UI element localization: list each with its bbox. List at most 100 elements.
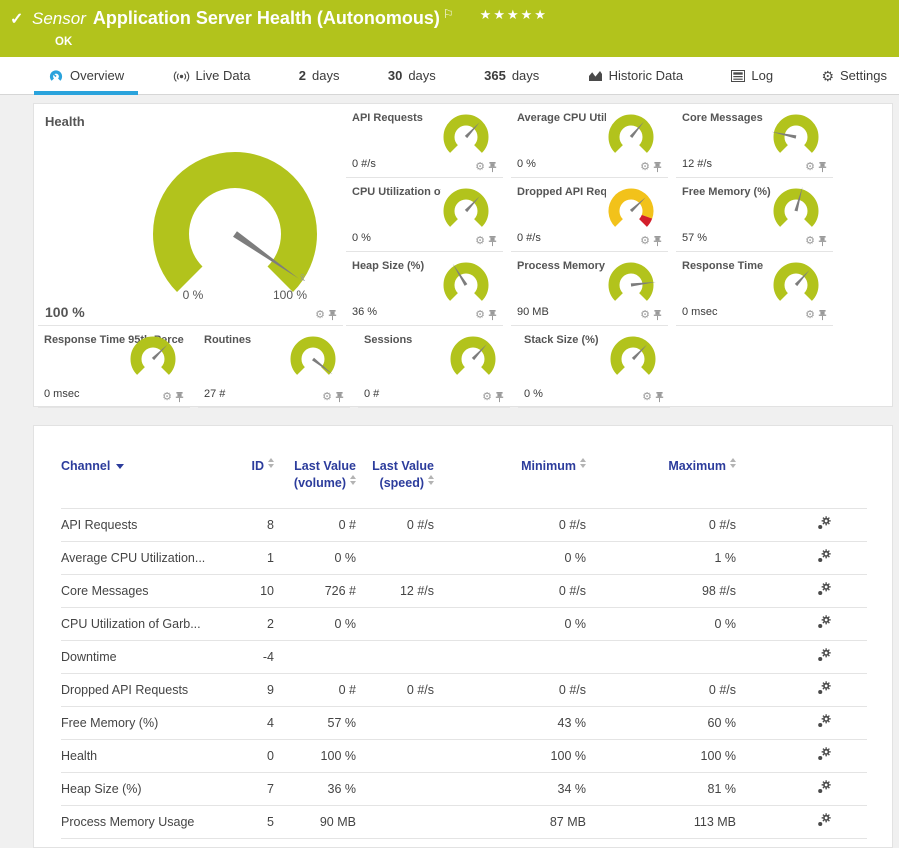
pin-icon[interactable]: [335, 392, 344, 403]
pin-icon[interactable]: [818, 236, 827, 247]
table-row[interactable]: CPU Utilization of Garb...20 %0 %0 %: [61, 607, 867, 640]
channel-settings-icon[interactable]: [817, 681, 831, 695]
gauge-label: CPU Utilization of Garbage C...: [352, 186, 441, 198]
table-row[interactable]: Process Memory Usage590 MB87 MB113 MB: [61, 805, 867, 838]
column-header-maximum[interactable]: Maximum: [586, 444, 736, 508]
pin-icon[interactable]: [653, 236, 662, 247]
pin-icon[interactable]: [653, 162, 662, 173]
gear-icon[interactable]: ⚙: [475, 236, 485, 247]
pin-icon[interactable]: [488, 310, 497, 321]
pin-icon[interactable]: [328, 310, 337, 321]
table-row[interactable]: API Requests80 #0 #/s0 #/s0 #/s: [61, 508, 867, 541]
channel-settings-icon[interactable]: [817, 615, 831, 629]
channel-settings-icon[interactable]: [817, 747, 831, 761]
gear-icon[interactable]: ⚙: [642, 392, 652, 403]
table-row[interactable]: Core Messages10726 #12 #/s0 #/s98 #/s: [61, 574, 867, 607]
pin-icon[interactable]: [818, 310, 827, 321]
gauge-label: Free Memory (%): [682, 186, 771, 198]
gear-icon[interactable]: ⚙: [322, 392, 332, 403]
cell-maximum: 0 #/s: [586, 673, 736, 706]
sort-caret-icon[interactable]: [116, 464, 124, 469]
table-row[interactable]: Health0100 %100 %100 %: [61, 739, 867, 772]
gear-icon[interactable]: ⚙: [640, 310, 650, 321]
gear-icon: ⚙: [821, 69, 834, 83]
gauge-cell-heap-size: Heap Size (%)36 %⚙: [346, 252, 503, 326]
sort-arrows-icon[interactable]: [268, 458, 274, 468]
gear-icon[interactable]: ⚙: [315, 310, 325, 321]
pin-icon[interactable]: [653, 310, 662, 321]
table-row[interactable]: Free Memory (%)457 %43 %60 %: [61, 706, 867, 739]
table-row[interactable]: Heap Size (%)736 %34 %81 %: [61, 772, 867, 805]
table-row[interactable]: Average CPU Utilization...10 %0 %1 %: [61, 541, 867, 574]
flag-icon[interactable]: ⚐: [443, 7, 454, 21]
channel-settings-icon[interactable]: [817, 516, 831, 530]
sort-arrows-icon[interactable]: [428, 475, 434, 485]
sensor-heading: SensorApplication Server Health (Autonom…: [32, 7, 548, 29]
cell-channel: Dropped API Requests: [61, 673, 216, 706]
channel-settings-icon[interactable]: [817, 714, 831, 728]
pin-icon[interactable]: [818, 162, 827, 173]
pin-icon[interactable]: [488, 162, 497, 173]
gauge-value: 36 %: [352, 306, 377, 318]
column-header-channel[interactable]: Channel: [61, 444, 216, 508]
tab-label: Overview: [70, 68, 124, 83]
gauge-value: 0 #/s: [352, 158, 376, 170]
tab-live-data[interactable]: Live Data: [169, 57, 255, 94]
channel-settings-icon[interactable]: [817, 648, 831, 662]
gauge-label: API Requests: [352, 112, 441, 124]
table-row[interactable]: Dropped API Requests90 #0 #/s0 #/s0 #/s: [61, 673, 867, 706]
column-header-last-value[interactable]: Last Value(volume): [274, 444, 356, 508]
tab-settings[interactable]: ⚙ Settings: [817, 57, 891, 94]
cell-last-value-speed: [356, 640, 434, 673]
column-header-last-value[interactable]: Last Value(speed): [356, 444, 434, 508]
tab-log[interactable]: Log: [727, 57, 777, 94]
tab-label: Settings: [840, 68, 887, 83]
gauge-arc: [124, 333, 182, 383]
channel-settings-icon[interactable]: [817, 780, 831, 794]
pin-icon[interactable]: [175, 392, 184, 403]
gauge: [604, 333, 662, 388]
channel-table-panel: ChannelIDLast Value(volume)Last Value(sp…: [33, 425, 893, 848]
tab-2-days[interactable]: 2days: [295, 57, 344, 94]
column-header-id[interactable]: ID: [216, 444, 274, 508]
cell-id: 4: [216, 706, 274, 739]
cell-last-value-speed: [356, 607, 434, 640]
gauge-scale-min: 0 %: [163, 288, 223, 302]
gear-icon[interactable]: ⚙: [805, 236, 815, 247]
channel-settings-icon[interactable]: [817, 549, 831, 563]
gear-icon[interactable]: ⚙: [640, 162, 650, 173]
sort-arrows-icon[interactable]: [350, 475, 356, 485]
cell-maximum: 113 MB: [586, 805, 736, 838]
channel-settings-icon[interactable]: [817, 813, 831, 827]
gauge-value: 57 %: [682, 232, 707, 244]
gear-icon[interactable]: ⚙: [162, 392, 172, 403]
pin-icon[interactable]: [488, 236, 497, 247]
column-header-minimum[interactable]: Minimum: [434, 444, 586, 508]
gauge: [124, 333, 182, 388]
gauge-arc: [437, 259, 495, 309]
cell-last-value-speed: [356, 772, 434, 805]
gear-icon[interactable]: ⚙: [482, 392, 492, 403]
gear-icon[interactable]: ⚙: [805, 162, 815, 173]
gear-icon[interactable]: ⚙: [640, 236, 650, 247]
tab-30-days[interactable]: 30days: [384, 57, 440, 94]
priority-stars[interactable]: ★★★★★: [480, 7, 548, 22]
table-row[interactable]: Downtime-4: [61, 640, 867, 673]
gauge-label: Response Time: [682, 260, 771, 272]
tab-overview[interactable]: Overview: [44, 57, 128, 94]
tab-label: days: [512, 68, 539, 83]
column-header-label: Maximum: [668, 459, 726, 473]
gear-icon[interactable]: ⚙: [805, 310, 815, 321]
sort-arrows-icon[interactable]: [730, 458, 736, 468]
sort-arrows-icon[interactable]: [580, 458, 586, 468]
cell-minimum: 0 #/s: [434, 508, 586, 541]
channel-table: ChannelIDLast Value(volume)Last Value(sp…: [61, 444, 867, 839]
gear-icon[interactable]: ⚙: [475, 162, 485, 173]
pin-icon[interactable]: [655, 392, 664, 403]
column-header-actions: [736, 444, 867, 508]
tab-365-days[interactable]: 365days: [480, 57, 543, 94]
channel-settings-icon[interactable]: [817, 582, 831, 596]
gear-icon[interactable]: ⚙: [475, 310, 485, 321]
tab-historic-data[interactable]: Historic Data: [584, 57, 687, 94]
pin-icon[interactable]: [495, 392, 504, 403]
